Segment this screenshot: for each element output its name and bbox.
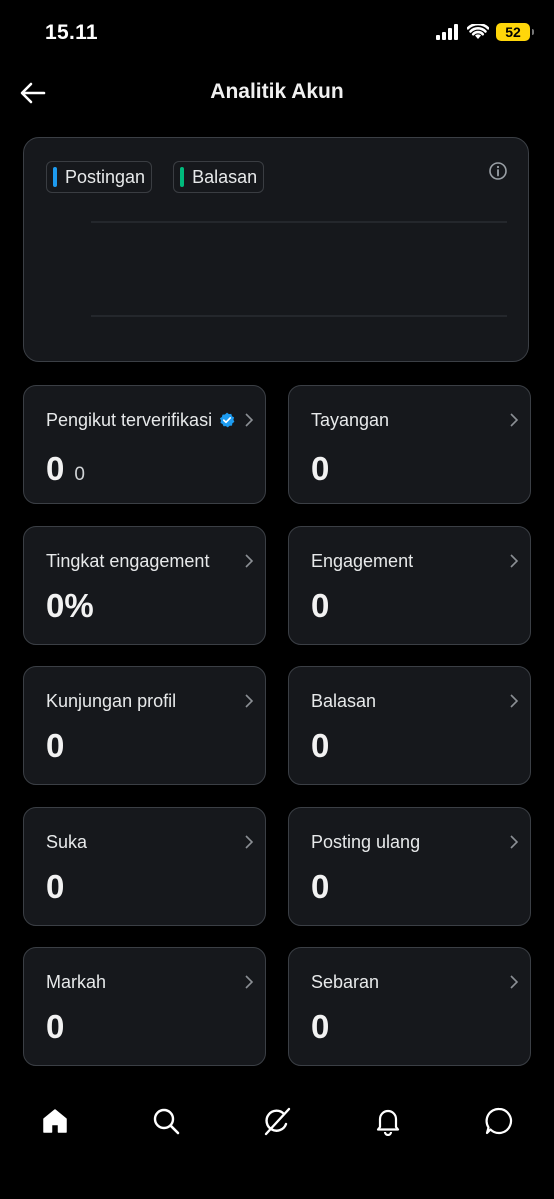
card-value: 0 xyxy=(46,727,65,764)
card-subvalue: 0 xyxy=(74,464,85,485)
card-label: Posting ulang xyxy=(311,832,421,852)
card-label: Pengikut terverifikasi xyxy=(46,410,213,430)
card-value: 0 xyxy=(311,1008,330,1045)
card-value-number: 0 xyxy=(46,450,65,487)
card-label: Sebaran xyxy=(311,972,380,992)
card-label: Markah xyxy=(46,972,107,992)
card-value: 0 xyxy=(311,450,330,487)
card-tingkat-engagement[interactable]: Tingkat engagement 0% xyxy=(23,526,266,645)
card-value: 00 xyxy=(46,450,85,488)
card-label: Kunjungan profil xyxy=(46,691,177,711)
card-balasan[interactable]: Balasan 0 xyxy=(288,666,531,785)
card-kunjungan-profil[interactable]: Kunjungan profil 0 xyxy=(23,666,266,785)
legend-item-balasan[interactable]: Balasan xyxy=(173,161,265,193)
tab-bar xyxy=(0,1090,554,1152)
card-value: 0 xyxy=(46,868,65,905)
card-tayangan[interactable]: Tayangan 0 xyxy=(288,385,531,504)
legend-item-postingan[interactable]: Postingan xyxy=(46,161,153,193)
tab-home[interactable] xyxy=(38,1104,72,1138)
card-pengikut-terverifikasi[interactable]: Pengikut terverifikasi 00 xyxy=(23,385,266,504)
card-label: Tingkat engagement xyxy=(46,551,210,571)
chevron-right-icon xyxy=(245,835,254,849)
card-posting-ulang[interactable]: Posting ulang 0 xyxy=(288,807,531,926)
legend-label-balasan: Balasan xyxy=(192,166,258,187)
tab-messages[interactable] xyxy=(482,1104,516,1138)
chevron-right-icon xyxy=(245,975,254,989)
home-icon xyxy=(43,1109,67,1133)
header: Analitik Akun xyxy=(0,68,554,120)
card-label: Engagement xyxy=(311,551,414,571)
status-time: 15.11 xyxy=(45,21,98,44)
card-suka[interactable]: Suka 0 xyxy=(23,807,266,926)
chevron-right-icon xyxy=(245,554,254,568)
card-value: 0 xyxy=(311,868,330,905)
chevron-right-icon xyxy=(245,694,254,708)
chevron-right-icon xyxy=(245,413,254,427)
battery-icon: 52 xyxy=(496,23,534,41)
chevron-right-icon xyxy=(510,413,519,427)
tab-search[interactable] xyxy=(149,1104,183,1138)
page-title: Analitik Akun xyxy=(210,80,344,103)
chevron-right-icon xyxy=(510,975,519,989)
card-label: Balasan xyxy=(311,691,377,711)
wifi-icon xyxy=(467,24,489,39)
chevron-right-icon xyxy=(510,694,519,708)
chevron-right-icon xyxy=(510,835,519,849)
card-label: Tayangan xyxy=(311,410,390,430)
legend-label-postingan: Postingan xyxy=(65,166,146,187)
messages-icon xyxy=(485,1107,513,1135)
card-engagement[interactable]: Engagement 0 xyxy=(288,526,531,645)
chart-card: Postingan Balasan xyxy=(23,137,529,362)
notifications-icon xyxy=(376,1109,400,1136)
card-value: 0 xyxy=(311,727,330,764)
verified-badge-icon xyxy=(219,412,235,428)
card-label: Suka xyxy=(46,832,88,852)
card-markah[interactable]: Markah 0 xyxy=(23,947,266,1066)
search-icon xyxy=(153,1108,180,1135)
card-value: 0 xyxy=(311,587,330,624)
legend-swatch-postingan xyxy=(53,167,57,187)
tab-notifications[interactable] xyxy=(371,1104,405,1138)
status-bar: 15.11 52 xyxy=(0,0,554,68)
chart-legend: Postingan Balasan xyxy=(46,161,265,193)
chevron-right-icon xyxy=(510,554,519,568)
legend-swatch-balasan xyxy=(180,167,185,187)
tab-grok[interactable] xyxy=(260,1104,294,1138)
grok-icon xyxy=(264,1107,291,1136)
signal-icon xyxy=(436,24,458,40)
info-icon[interactable] xyxy=(488,161,508,181)
card-value: 0% xyxy=(46,587,94,624)
card-sebaran[interactable]: Sebaran 0 xyxy=(288,947,531,1066)
card-value: 0 xyxy=(46,1008,65,1045)
status-icons: 52 xyxy=(436,23,534,41)
